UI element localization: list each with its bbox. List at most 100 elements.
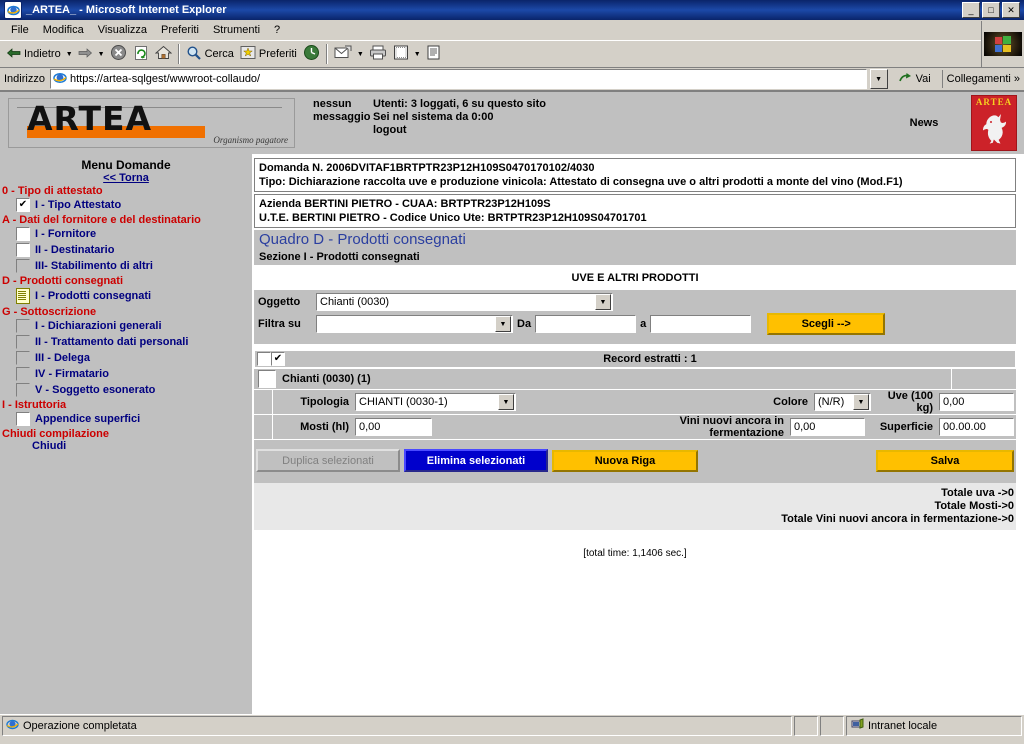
checkbox-flat-icon [16, 383, 30, 397]
sidebar-item-label[interactable]: II - Trattamento dati personali [35, 336, 188, 348]
sidebar-item-label[interactable]: III- Stabilimento di altri [35, 260, 153, 272]
maximize-button[interactable]: □ [982, 2, 1000, 18]
forward-button[interactable] [75, 43, 96, 65]
oggetto-row: Oggetto Chianti (0030) ▼ [254, 292, 1016, 312]
document-icon [16, 288, 30, 304]
nuova-riga-button[interactable]: Nuova Riga [552, 449, 698, 472]
menu-item-visualizza[interactable]: Visualizza [91, 22, 154, 38]
edit-button[interactable] [390, 43, 412, 65]
print-button[interactable] [366, 43, 390, 65]
checkbox-empty-icon[interactable] [16, 243, 30, 257]
select-all-checked-checkbox[interactable]: ✔ [271, 352, 285, 366]
security-zone-area[interactable]: Intranet locale [846, 716, 1022, 736]
status-message-area: Operazione completata [2, 716, 792, 736]
menu-item-help[interactable]: ? [267, 22, 287, 38]
chevron-down-icon[interactable]: ▼ [498, 394, 514, 410]
superficie-label: Superficie [879, 421, 933, 433]
discuss-button[interactable] [423, 43, 444, 65]
refresh-button[interactable] [130, 43, 152, 65]
sidebar-heading-chiudi: Chiudi compilazione [2, 428, 109, 440]
oggetto-select[interactable]: Chianti (0030) ▼ [316, 293, 613, 311]
sidebar-item-destinatario[interactable]: II - Destinatario [0, 242, 252, 258]
sidebar-item-delega[interactable]: III - Delega [0, 350, 252, 366]
sidebar-item-label[interactable]: II - Destinatario [35, 244, 114, 256]
checkbox-checked-icon[interactable]: ✔ [16, 198, 30, 212]
scegli-button[interactable]: Scegli --> [767, 313, 886, 335]
intranet-zone-icon [851, 718, 864, 734]
group-checkbox[interactable] [258, 370, 276, 388]
page-timing-text: [total time: 1,1406 sec.] [583, 548, 687, 559]
sidebar-item-appendice-superfici[interactable]: Appendice superfici [0, 411, 252, 427]
sidebar-item-label[interactable]: III - Delega [35, 352, 90, 364]
duplica-button[interactable]: Duplica selezionati [256, 449, 400, 472]
oggetto-label: Oggetto [258, 296, 301, 308]
tipologia-select[interactable]: CHIANTI (0030-1) ▼ [355, 393, 516, 411]
filtra-select[interactable]: ▼ [316, 315, 513, 333]
sidebar-item-label[interactable]: I - Tipo Attestato [35, 199, 121, 211]
links-button[interactable]: Collegamenti » [941, 70, 1024, 88]
menu-item-preferiti[interactable]: Preferiti [154, 22, 206, 38]
status-page-icon [6, 718, 19, 734]
action-buttons-bar: Duplica selezionati Elimina selezionati … [254, 446, 1016, 475]
sidebar-item-label[interactable]: I - Prodotti consegnati [35, 290, 151, 302]
vini-input[interactable]: 0,00 [790, 418, 865, 436]
checkbox-empty-icon[interactable] [16, 227, 30, 241]
menu-item-file[interactable]: File [4, 22, 36, 38]
home-button[interactable] [152, 43, 175, 65]
search-button[interactable]: Cerca [183, 43, 237, 65]
sidebar-item-soggetto-esonerato[interactable]: V - Soggetto esonerato [0, 382, 252, 398]
sidebar-heading-i: I - Istruttoria [2, 399, 67, 411]
go-button[interactable]: Vai [891, 72, 939, 87]
news-link[interactable]: News [884, 92, 964, 154]
logo-subtitle: Organismo pagatore [213, 135, 288, 145]
close-button[interactable]: ✕ [1002, 2, 1020, 18]
sidebar-item-label[interactable]: I - Dichiarazioni generali [35, 320, 162, 332]
history-button[interactable] [300, 43, 323, 65]
stop-button[interactable] [107, 43, 130, 65]
sidebar-item-label[interactable]: I - Fornitore [35, 228, 96, 240]
window-controls: _ □ ✕ [962, 2, 1022, 18]
sidebar-item-label[interactable]: IV - Firmatario [35, 368, 109, 380]
sidebar-back[interactable]: << Torna [0, 172, 252, 184]
sidebar-item-stabilimento-altri[interactable]: III- Stabilimento di altri [0, 258, 252, 274]
salva-button[interactable]: Salva [876, 449, 1014, 472]
sidebar-item-prodotti-consegnati[interactable]: I - Prodotti consegnati [0, 287, 252, 305]
sidebar-item-trattamento-dati[interactable]: II - Trattamento dati personali [0, 334, 252, 350]
chevron-down-icon[interactable]: ▼ [595, 294, 611, 310]
uve-input[interactable]: 0,00 [939, 393, 1014, 411]
menu-item-modifica[interactable]: Modifica [36, 22, 91, 38]
sidebar-item-dichiarazioni-generali[interactable]: I - Dichiarazioni generali [0, 318, 252, 334]
shield-cell: ARTEA [964, 92, 1024, 154]
menu-item-strumenti[interactable]: Strumenti [206, 22, 267, 38]
sidebar-item-label[interactable]: Appendice superfici [35, 413, 140, 425]
forward-dropdown-icon[interactable]: ▼ [96, 51, 107, 58]
da-input[interactable] [535, 315, 637, 333]
a-input[interactable] [650, 315, 752, 333]
checkbox-empty-icon[interactable] [16, 412, 30, 426]
select-all-checkbox[interactable] [257, 352, 271, 366]
chevron-down-icon[interactable]: ▼ [495, 316, 511, 332]
back-dropdown-icon[interactable]: ▼ [64, 51, 75, 58]
sidebar-item-firmatario[interactable]: IV - Firmatario [0, 366, 252, 382]
chevron-down-icon[interactable]: ▼ [853, 394, 869, 410]
sidebar-item-label[interactable]: V - Soggetto esonerato [35, 384, 155, 396]
minimize-button[interactable]: _ [962, 2, 980, 18]
favorites-button[interactable]: Preferiti [237, 43, 300, 65]
logout-link[interactable]: logout [373, 124, 884, 137]
mosti-input[interactable]: 0,00 [355, 418, 432, 436]
sidebar-back-link[interactable]: << Torna [103, 172, 149, 184]
back-button[interactable]: Indietro [3, 43, 64, 65]
sidebar-item-tipo-attestato[interactable]: ✔ I - Tipo Attestato [0, 197, 252, 213]
row-spacer [254, 415, 273, 439]
sidebar-item-chiudi[interactable]: Chiudi [0, 440, 252, 452]
address-input[interactable]: https://artea-sqlgest/wwwroot-collaudo/ [49, 69, 867, 89]
mail-dropdown-icon[interactable]: ▼ [355, 51, 366, 58]
mail-button[interactable] [331, 43, 355, 65]
colore-select[interactable]: (N/R) ▼ [814, 393, 871, 411]
elimina-button[interactable]: Elimina selezionati [404, 449, 548, 472]
address-dropdown-button[interactable]: ▼ [869, 69, 888, 89]
superficie-input[interactable]: 00.00.00 [939, 418, 1014, 436]
edit-dropdown-icon[interactable]: ▼ [412, 51, 423, 58]
sidebar-item-fornitore[interactable]: I - Fornitore [0, 226, 252, 242]
mail-icon [334, 45, 352, 63]
